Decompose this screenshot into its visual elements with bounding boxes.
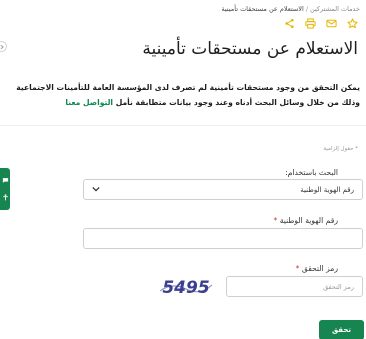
- captcha-input[interactable]: رمز التحقق: [226, 276, 363, 297]
- intro-text: يمكن التحقق من وجود مستحقات تأمينية لم ت…: [4, 80, 360, 110]
- page-actions: [283, 17, 358, 29]
- divider: [0, 125, 366, 126]
- breadcrumb: خدمات المشتركين/الاستعلام عن مستحقات تأم…: [221, 5, 360, 13]
- chevron-right-icon: [0, 44, 4, 49]
- national-id-label-text: رقم الهوية الوطنية: [279, 216, 338, 225]
- submit-button[interactable]: تحقق: [319, 320, 364, 339]
- mail-icon[interactable]: [325, 17, 337, 29]
- national-id-label: رقم الهوية الوطنية *: [274, 216, 338, 225]
- captcha-code-text: 5495: [162, 278, 209, 298]
- breadcrumb-separator: /: [305, 5, 309, 13]
- chevron-down-icon: [92, 186, 100, 194]
- captcha-placeholder: رمز التحقق: [323, 282, 354, 291]
- breadcrumb-parent-link[interactable]: خدمات المشتركين: [310, 5, 360, 13]
- accessibility-icon: [2, 194, 8, 201]
- expand-handle[interactable]: [0, 41, 7, 52]
- breadcrumb-current: الاستعلام عن مستحقات تأمينية: [221, 5, 304, 13]
- page-title: الاستعلام عن مستحقات تأمينية: [142, 39, 358, 59]
- contact-us-link[interactable]: التواصل معنا: [65, 98, 113, 107]
- search-by-label: البحث باستخدام:: [285, 168, 338, 177]
- search-by-select[interactable]: رقم الهوية الوطنية: [83, 179, 363, 200]
- printer-icon[interactable]: [304, 17, 316, 29]
- star-icon[interactable]: [346, 17, 358, 29]
- share-icon[interactable]: [283, 17, 295, 29]
- captcha-label-text: رمز التحقق: [301, 264, 338, 273]
- required-star: *: [273, 216, 278, 225]
- national-id-input[interactable]: [83, 228, 363, 249]
- chat-icon: [2, 178, 8, 183]
- captcha-image: 5495: [158, 276, 214, 298]
- search-by-selected-value: رقم الهوية الوطنية: [300, 185, 354, 194]
- required-fields-note: * حقول إلزامية: [323, 146, 358, 152]
- required-star: *: [295, 264, 300, 273]
- captcha-label: رمز التحقق *: [296, 264, 338, 273]
- feedback-side-tab[interactable]: [0, 168, 10, 210]
